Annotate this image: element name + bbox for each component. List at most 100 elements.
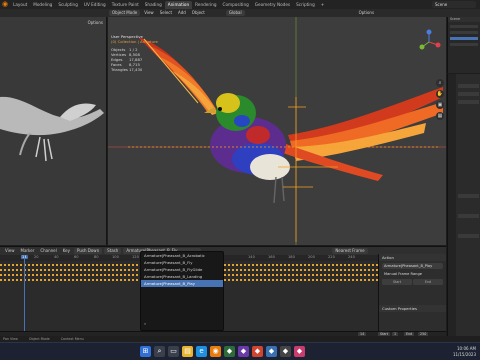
- top-bar: ◉ Layout Modeling Sculpting UV Editing T…: [0, 0, 480, 17]
- outliner-panel[interactable]: Scene: [447, 17, 480, 73]
- mode-dropdown[interactable]: Object Mode: [109, 10, 141, 16]
- frame-tick: 60: [74, 255, 79, 259]
- view-menu-timeline[interactable]: View: [2, 247, 18, 255]
- range-end-field[interactable]: End: [413, 279, 443, 285]
- add-menu[interactable]: Add: [175, 9, 189, 17]
- view-menu[interactable]: View: [141, 9, 157, 17]
- workspace-tabs: ◉ Layout Modeling Sculpting UV Editing T…: [0, 0, 480, 9]
- manual-frame-range-checkbox[interactable]: Manual Frame Range: [382, 271, 443, 277]
- viewport-stats: User Perspective (0) Collection | Armatu…: [111, 34, 158, 72]
- tab-rendering[interactable]: Rendering: [192, 1, 219, 9]
- select-menu[interactable]: Select: [157, 9, 175, 17]
- range-start-field[interactable]: Start: [382, 279, 412, 285]
- status-object-mode: Object Mode: [28, 337, 50, 341]
- push-down-button[interactable]: Push Down: [74, 248, 103, 254]
- system-tray[interactable]: 10:06 AM 11/15/2023: [453, 346, 476, 358]
- object-menu[interactable]: Object: [189, 9, 208, 17]
- outliner-row-selected[interactable]: [450, 37, 478, 40]
- file-explorer-icon[interactable]: ▤: [182, 346, 193, 357]
- property-field[interactable]: [458, 194, 479, 198]
- stat-triangles: Triangles 17,430: [111, 67, 143, 72]
- blender-logo-icon[interactable]: ◉: [1, 1, 9, 8]
- pan-hand-icon[interactable]: ✋: [436, 90, 444, 98]
- property-field[interactable]: [458, 92, 479, 96]
- stash-button[interactable]: Stash: [104, 248, 122, 254]
- action-item[interactable]: Armature|Pheasant_B_Landing: [141, 273, 223, 280]
- channel-menu[interactable]: Channel: [37, 247, 59, 255]
- property-field[interactable]: [458, 84, 479, 88]
- search-icon[interactable]: ⌕: [154, 346, 165, 357]
- scene-selector[interactable]: Scene: [432, 1, 476, 8]
- tab-texture-paint[interactable]: Texture Paint: [109, 1, 142, 9]
- outliner-row[interactable]: [450, 31, 478, 34]
- app-icon[interactable]: ◆: [294, 346, 305, 357]
- left-options-button[interactable]: Options: [88, 20, 103, 25]
- marker-menu[interactable]: Marker: [18, 247, 38, 255]
- frame-tick: 200: [308, 255, 315, 259]
- outliner-row[interactable]: [450, 25, 478, 28]
- action-section-header[interactable]: Action: [379, 254, 446, 261]
- bird-scene: [108, 17, 446, 245]
- app-icon[interactable]: ◆: [266, 346, 277, 357]
- property-field[interactable]: [458, 100, 479, 104]
- properties-tabs[interactable]: [448, 74, 456, 336]
- perspective-grid-icon[interactable]: ▦: [436, 112, 444, 120]
- windows-start-icon[interactable]: ⊞: [140, 346, 151, 357]
- tab-compositing[interactable]: Compositing: [220, 1, 252, 9]
- key-menu[interactable]: Key: [60, 247, 73, 255]
- blender-app-icon[interactable]: ◉: [210, 346, 221, 357]
- app-icon[interactable]: ◆: [252, 346, 263, 357]
- frame-tick: 40: [54, 255, 59, 259]
- action-item[interactable]: Armature|Pheasant_B_FlyGlide: [141, 266, 223, 273]
- tab-shading[interactable]: Shading: [142, 1, 165, 9]
- camera-icon[interactable]: ▣: [436, 101, 444, 109]
- action-item[interactable]: Armature|Pheasant_B_Fly: [141, 259, 223, 266]
- app-icon[interactable]: ◆: [280, 346, 291, 357]
- frame-tick: 240: [348, 255, 355, 259]
- add-workspace-button[interactable]: +: [318, 1, 328, 9]
- custom-properties-header[interactable]: Custom Properties: [379, 305, 446, 312]
- outliner-scene-row[interactable]: Scene: [448, 17, 480, 22]
- navigation-gizmo-icon[interactable]: [416, 29, 442, 55]
- tab-modeling[interactable]: Modeling: [30, 1, 55, 9]
- viewport-nav-tools: ⌕ ✋ ▣ ▦: [436, 79, 444, 123]
- task-view-icon[interactable]: ▭: [168, 346, 179, 357]
- viewport-options-button[interactable]: Options: [356, 9, 377, 17]
- action-sidebar[interactable]: Action Armature|Pheasant_B_Play Manual F…: [378, 254, 446, 336]
- clock-date: 11/15/2023: [452, 352, 476, 357]
- property-field[interactable]: [458, 214, 479, 218]
- frame-range-row: Start End: [382, 279, 443, 285]
- property-field[interactable]: [458, 234, 479, 238]
- collection-label: (0) Collection | Armature: [111, 39, 158, 44]
- frame-tick: 140: [248, 255, 255, 259]
- app-icon[interactable]: ◆: [224, 346, 235, 357]
- tab-animation[interactable]: Animation: [164, 0, 193, 9]
- tab-geometry-nodes[interactable]: Geometry Nodes: [252, 1, 293, 9]
- properties-panel[interactable]: [447, 74, 480, 336]
- action-item[interactable]: Armature|Pheasant_B_Acrobatic: [141, 252, 223, 259]
- app-icon[interactable]: ◆: [238, 346, 249, 357]
- action-name-field[interactable]: Armature|Pheasant_B_Play: [382, 263, 443, 269]
- frame-tick: 100: [112, 255, 119, 259]
- frame-tick: 160: [268, 255, 275, 259]
- action-item-selected[interactable]: Armature|Pheasant_B_Play: [141, 280, 223, 287]
- transform-orientation-dropdown[interactable]: Global: [225, 10, 245, 16]
- action-dropdown-list[interactable]: Armature|Pheasant_B_Acrobatic Armature|P…: [140, 251, 224, 331]
- edge-browser-icon[interactable]: e: [196, 346, 207, 357]
- playhead[interactable]: [24, 255, 25, 337]
- search-icon[interactable]: ⌕: [144, 321, 221, 327]
- left-viewport[interactable]: Options: [0, 17, 107, 245]
- frame-tick: 180: [288, 255, 295, 259]
- zoom-icon[interactable]: ⌕: [436, 79, 444, 87]
- frame-tick: 80: [94, 255, 99, 259]
- frame-tick: 20: [34, 255, 39, 259]
- tab-sculpting[interactable]: Sculpting: [55, 1, 81, 9]
- tab-uv-editing[interactable]: UV Editing: [81, 1, 109, 9]
- main-viewport[interactable]: User Perspective (0) Collection | Armatu…: [108, 17, 446, 245]
- tab-layout[interactable]: Layout: [10, 1, 30, 9]
- tab-scripting[interactable]: Scripting: [293, 1, 318, 9]
- bird-body: [204, 93, 290, 204]
- snap-dropdown[interactable]: Nearest Frame: [332, 248, 368, 254]
- status-pan-view: Pan View: [3, 337, 18, 341]
- outliner-row[interactable]: [450, 43, 478, 46]
